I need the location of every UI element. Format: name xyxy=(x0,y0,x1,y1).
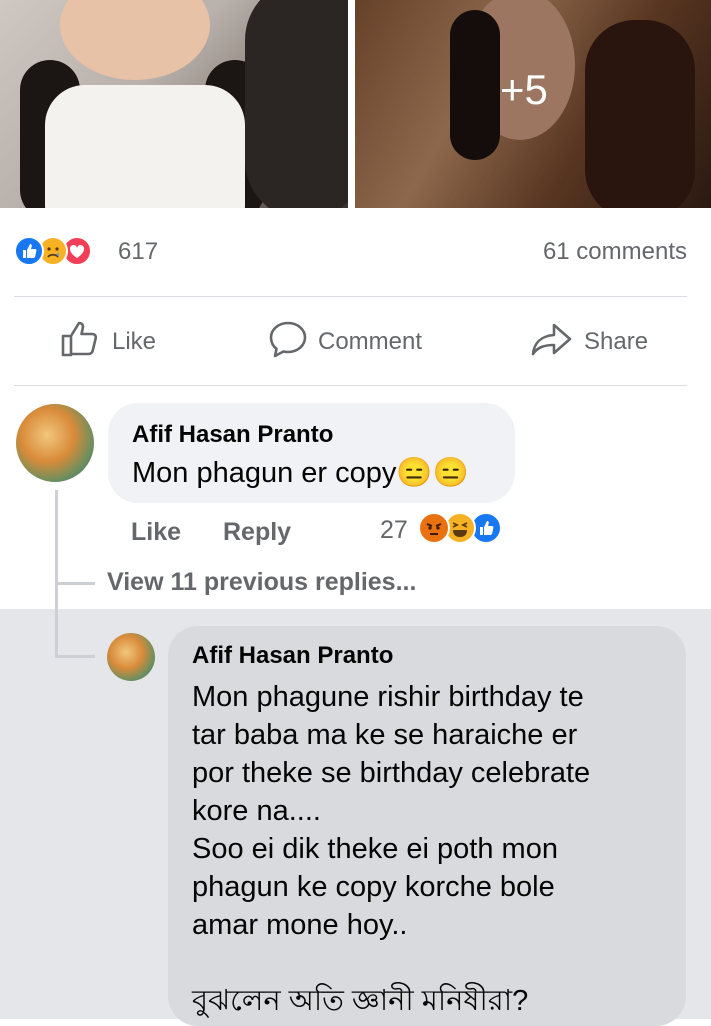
angry-icon xyxy=(418,512,450,544)
view-previous-replies-link[interactable]: View 11 previous replies... xyxy=(107,568,416,597)
comments-count-link[interactable]: 61 comments xyxy=(543,238,687,266)
reply-highlight-area: Afif Hasan Pranto Mon phagune rishir bir… xyxy=(0,609,711,1026)
reactions-summary[interactable]: 617 61 comments xyxy=(14,232,687,272)
like-button[interactable]: Like xyxy=(60,312,156,372)
photo-figure-dress xyxy=(45,85,245,208)
like-button-label: Like xyxy=(112,328,157,355)
post-action-bar: Like Comment Share xyxy=(0,312,711,372)
reply-text-line: বুঝলেন অতি জ্ঞানী মনিষীরা? xyxy=(192,985,529,1017)
reply-author-name[interactable]: Afif Hasan Pranto xyxy=(192,642,393,670)
more-photos-count[interactable]: +5 xyxy=(500,66,548,114)
reaction-count: 617 xyxy=(118,238,159,265)
reply-bubble[interactable]: Afif Hasan Pranto Mon phagune rishir bir… xyxy=(168,626,686,1026)
comment-bubble[interactable]: Afif Hasan Pranto Mon phagun er copy😑😑 xyxy=(108,403,515,503)
reply-author-avatar[interactable] xyxy=(107,633,155,681)
comment-reaction-count[interactable]: 27 xyxy=(380,516,408,545)
comment-reaction-icons[interactable] xyxy=(418,512,518,546)
reply-text: Mon phagune rishir birthday te tar baba … xyxy=(192,678,590,1020)
reply-text-line: phagun ke copy korche bole xyxy=(192,871,555,903)
share-button[interactable]: Share xyxy=(530,312,648,372)
post-photo-2[interactable]: +5 xyxy=(355,0,711,208)
post-photo-1[interactable] xyxy=(0,0,348,208)
reply-text-line: amar mone hoy.. xyxy=(192,909,408,941)
comment-like-link[interactable]: Like xyxy=(131,518,181,547)
comment-button[interactable]: Comment xyxy=(268,312,422,372)
reply-text-line: Soo ei dik theke ei poth mon xyxy=(192,833,558,865)
reply-text-line: tar baba ma ke se haraiche er xyxy=(192,719,578,751)
thumbs-up-icon xyxy=(60,319,102,366)
comment-text: Mon phagun er copy😑😑 xyxy=(132,454,469,492)
reply-text-line xyxy=(192,944,590,982)
post-photo-grid: +5 xyxy=(0,0,711,208)
reply-text-line: kore na.... xyxy=(192,795,321,827)
divider-bottom xyxy=(14,385,687,386)
divider-top xyxy=(14,296,687,297)
thread-line-branch-1 xyxy=(55,582,95,585)
reply-text-line: por theke se birthday celebrate xyxy=(192,757,591,789)
reply-text-line: Mon phagune rishir birthday te xyxy=(192,681,584,713)
comment-reply-link[interactable]: Reply xyxy=(223,518,291,547)
comment-author-avatar[interactable] xyxy=(16,404,94,482)
comment-author-name[interactable]: Afif Hasan Pranto xyxy=(132,421,333,449)
expressionless-emoji: 😑😑 xyxy=(396,457,469,489)
share-button-label: Share xyxy=(584,328,649,355)
share-arrow-icon xyxy=(530,319,574,366)
reaction-icons xyxy=(14,236,114,268)
thread-line-branch-2 xyxy=(55,609,58,657)
photo-figure-face xyxy=(60,0,210,80)
comment-button-label: Comment xyxy=(318,328,423,355)
speech-bubble-icon xyxy=(268,319,308,366)
comment-text-body: Mon phagun er copy xyxy=(132,457,397,489)
photo-figure-man xyxy=(245,0,348,208)
thread-line-branch-2-horizontal xyxy=(55,655,95,658)
like-icon xyxy=(14,236,44,266)
